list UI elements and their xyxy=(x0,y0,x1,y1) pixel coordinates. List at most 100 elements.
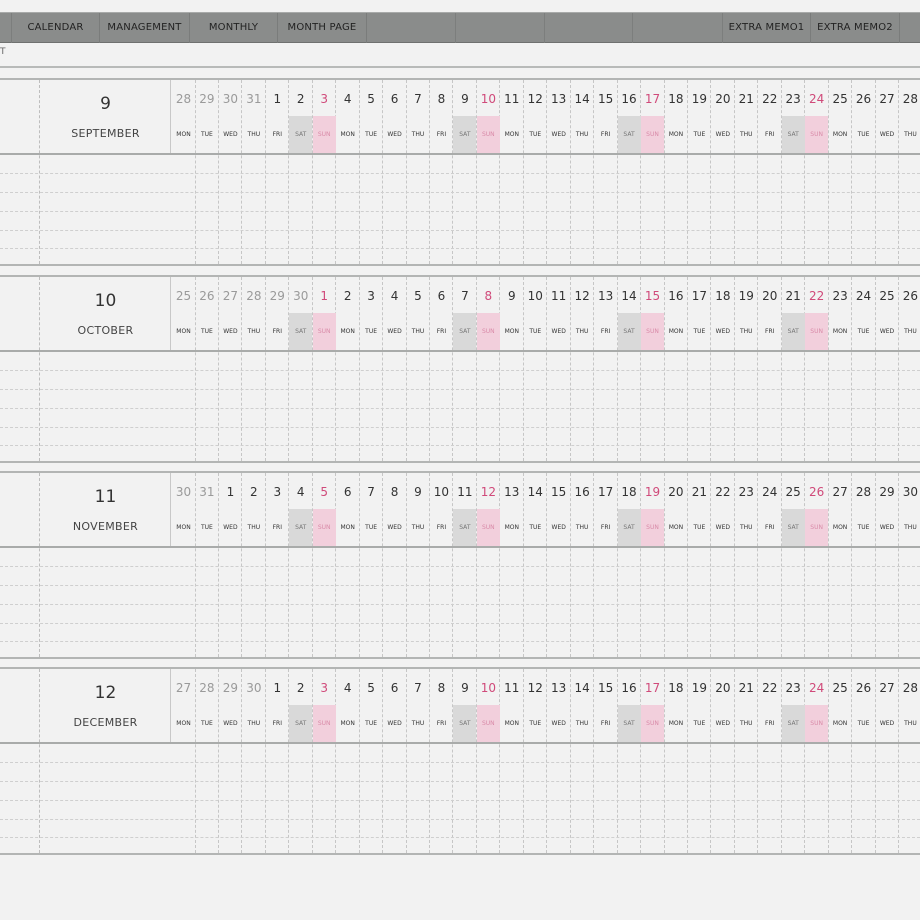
nav-tab-empty[interactable] xyxy=(545,13,633,43)
day-column[interactable]: 20 FRI xyxy=(758,277,782,461)
day-column[interactable]: 25 SAT xyxy=(781,473,806,657)
day-column[interactable]: 24 SUN xyxy=(805,669,829,853)
day-column[interactable]: 13 MON xyxy=(500,473,524,657)
day-column[interactable]: 29 FRI xyxy=(266,277,290,461)
day-column[interactable]: 20 WED xyxy=(711,669,735,853)
day-column[interactable]: 19 SUN xyxy=(641,473,665,657)
day-column[interactable]: 14 TUE xyxy=(524,473,548,657)
day-column[interactable]: 15 WED xyxy=(547,473,571,657)
day-column[interactable]: 2 THU xyxy=(242,473,266,657)
day-column[interactable]: 4 MON xyxy=(336,80,360,264)
day-column[interactable]: 7 SAT xyxy=(453,277,477,461)
day-column[interactable]: 23 THU xyxy=(735,473,759,657)
nav-tab-extra-memo1[interactable]: EXTRA MEMO1 xyxy=(723,13,811,43)
day-column[interactable]: 12 TUE xyxy=(524,669,548,853)
day-column[interactable]: 27 WED xyxy=(876,80,899,264)
nav-tab-calendar[interactable]: CALENDAR xyxy=(12,13,100,43)
day-column[interactable]: 8 WED xyxy=(383,473,407,657)
day-column[interactable]: 28 TUE xyxy=(195,669,219,853)
day-column[interactable]: 29 TUE xyxy=(195,80,219,264)
day-column[interactable]: 1 WED xyxy=(219,473,243,657)
day-column[interactable]: 31 TUE xyxy=(195,473,219,657)
day-column[interactable]: 9 SAT xyxy=(453,669,477,853)
day-column[interactable]: 11 MON xyxy=(500,80,524,264)
day-column[interactable]: 7 THU xyxy=(407,669,430,853)
day-column[interactable]: 28 TUE xyxy=(852,473,876,657)
day-column[interactable]: 23 SAT xyxy=(781,669,806,853)
day-column[interactable]: 9 SAT xyxy=(453,80,477,264)
day-column[interactable]: 24 FRI xyxy=(758,473,782,657)
day-column[interactable]: 29 WED xyxy=(876,473,899,657)
day-column[interactable]: 22 FRI xyxy=(758,80,782,264)
day-column[interactable]: 21 THU xyxy=(735,80,759,264)
day-column[interactable]: 21 THU xyxy=(735,669,759,853)
day-column[interactable]: 3 TUE xyxy=(360,277,384,461)
day-column[interactable]: 1 SUN xyxy=(312,277,337,461)
day-column[interactable]: 7 THU xyxy=(407,80,430,264)
day-column[interactable]: 2 MON xyxy=(336,277,360,461)
day-column[interactable]: 25 MON xyxy=(829,669,853,853)
day-column[interactable]: 20 WED xyxy=(711,80,735,264)
day-column[interactable]: 23 SAT xyxy=(781,80,806,264)
day-column[interactable]: 10 SUN xyxy=(476,80,501,264)
day-column[interactable]: 5 THU xyxy=(407,277,430,461)
day-column[interactable]: 10 FRI xyxy=(430,473,454,657)
day-column[interactable]: 4 MON xyxy=(336,669,360,853)
day-column[interactable]: 16 THU xyxy=(571,473,595,657)
day-column[interactable]: 27 MON xyxy=(829,473,853,657)
day-column[interactable]: 27 WED xyxy=(876,669,899,853)
day-column[interactable]: 28 THU xyxy=(899,80,920,264)
day-column[interactable]: 22 FRI xyxy=(758,669,782,853)
day-column[interactable]: 28 THU xyxy=(899,669,920,853)
nav-tab-monthly[interactable]: MONTHLY xyxy=(190,13,278,43)
day-column[interactable]: 19 THU xyxy=(735,277,759,461)
nav-tab-empty[interactable] xyxy=(456,13,545,43)
nav-tab-month-page[interactable]: MONTH PAGE xyxy=(278,13,367,43)
day-column[interactable]: 5 SUN xyxy=(312,473,337,657)
day-column[interactable]: 29 WED xyxy=(219,669,243,853)
day-column[interactable]: 26 TUE xyxy=(852,669,876,853)
nav-tab-empty[interactable] xyxy=(367,13,456,43)
day-column[interactable]: 13 WED xyxy=(547,80,571,264)
day-column[interactable]: 8 FRI xyxy=(430,669,454,853)
day-column[interactable]: 4 SAT xyxy=(289,473,313,657)
day-column[interactable]: 20 MON xyxy=(664,473,688,657)
day-column[interactable]: 27 WED xyxy=(219,277,243,461)
day-column[interactable]: 10 TUE xyxy=(524,277,548,461)
day-column[interactable]: 27 MON xyxy=(172,669,196,853)
day-column[interactable]: 30 MON xyxy=(172,473,196,657)
nav-tab-empty[interactable] xyxy=(900,13,920,43)
day-column[interactable]: 15 FRI xyxy=(594,80,618,264)
day-column[interactable]: 25 MON xyxy=(829,80,853,264)
day-column[interactable]: 11 SAT xyxy=(453,473,477,657)
day-column[interactable]: 19 TUE xyxy=(688,80,712,264)
day-column[interactable]: 14 THU xyxy=(571,669,595,853)
day-column[interactable]: 2 SAT xyxy=(289,669,313,853)
day-column[interactable]: 24 SUN xyxy=(805,80,829,264)
day-column[interactable]: 3 SUN xyxy=(312,80,337,264)
day-column[interactable]: 18 MON xyxy=(664,669,688,853)
nav-tab-empty[interactable] xyxy=(633,13,723,43)
day-column[interactable]: 21 TUE xyxy=(688,473,712,657)
day-column[interactable]: 26 SUN xyxy=(805,473,829,657)
day-column[interactable]: 13 FRI xyxy=(594,277,618,461)
day-column[interactable]: 7 TUE xyxy=(360,473,384,657)
day-column[interactable]: 30 THU xyxy=(899,473,920,657)
day-column[interactable]: 16 SAT xyxy=(617,669,642,853)
day-column[interactable]: 1 FRI xyxy=(266,80,290,264)
day-column[interactable]: 16 MON xyxy=(664,277,688,461)
day-column[interactable]: 19 TUE xyxy=(688,669,712,853)
day-column[interactable]: 25 MON xyxy=(172,277,196,461)
day-column[interactable]: 1 FRI xyxy=(266,669,290,853)
day-column[interactable]: 13 WED xyxy=(547,669,571,853)
nav-tab-empty[interactable] xyxy=(0,13,12,43)
day-column[interactable]: 31 THU xyxy=(242,80,266,264)
day-column[interactable]: 22 WED xyxy=(711,473,735,657)
day-column[interactable]: 6 FRI xyxy=(430,277,454,461)
day-column[interactable]: 11 MON xyxy=(500,669,524,853)
day-column[interactable]: 2 SAT xyxy=(289,80,313,264)
day-column[interactable]: 30 THU xyxy=(242,669,266,853)
day-column[interactable]: 15 FRI xyxy=(594,669,618,853)
day-column[interactable]: 26 THU xyxy=(899,277,920,461)
day-column[interactable]: 17 TUE xyxy=(688,277,712,461)
